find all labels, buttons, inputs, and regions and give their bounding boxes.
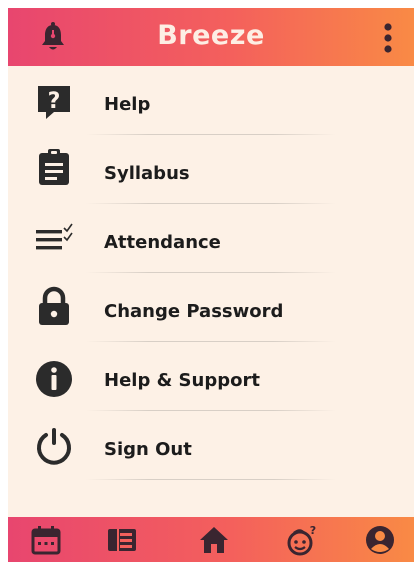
home-icon[interactable]: [198, 524, 230, 556]
menu-item-attendance[interactable]: Attendance: [8, 204, 414, 272]
menu-item-label: Attendance: [104, 232, 221, 253]
clipboard-icon: [39, 149, 69, 185]
lock-icon: [39, 286, 69, 325]
app-header: Breeze: [8, 8, 414, 66]
menu-item-label: Change Password: [104, 301, 284, 322]
app-title: Breeze: [157, 20, 265, 51]
svg-text:?: ?: [48, 89, 61, 114]
svg-text:?: ?: [310, 524, 316, 537]
menu-item-sign-out[interactable]: Sign Out: [8, 411, 414, 479]
baby-question-icon[interactable]: ?: [286, 524, 318, 556]
menu-divider: [86, 479, 336, 480]
more-vertical-icon[interactable]: [382, 22, 394, 54]
question-icon: ?: [38, 86, 70, 119]
menu-item-label: Help & Support: [104, 370, 260, 391]
calendar-icon[interactable]: [30, 524, 62, 556]
book-icon[interactable]: [106, 524, 138, 556]
power-icon: [37, 428, 71, 465]
menu-item-help[interactable]: ? Help: [8, 66, 414, 134]
menu-item-help-support[interactable]: Help & Support: [8, 342, 414, 410]
menu-item-label: Help: [104, 94, 151, 115]
menu-item-syllabus[interactable]: Syllabus: [8, 135, 414, 203]
checklist-icon: [36, 223, 73, 250]
app-screen: Breeze ? Help Syllabus Attendance Change…: [8, 8, 414, 562]
menu-item-label: Sign Out: [104, 439, 192, 460]
menu-item-change-password[interactable]: Change Password: [8, 273, 414, 341]
bottom-nav: ?: [8, 517, 414, 562]
menu-item-label: Syllabus: [104, 163, 190, 184]
info-icon: [36, 361, 72, 397]
profile-icon[interactable]: [364, 524, 396, 556]
